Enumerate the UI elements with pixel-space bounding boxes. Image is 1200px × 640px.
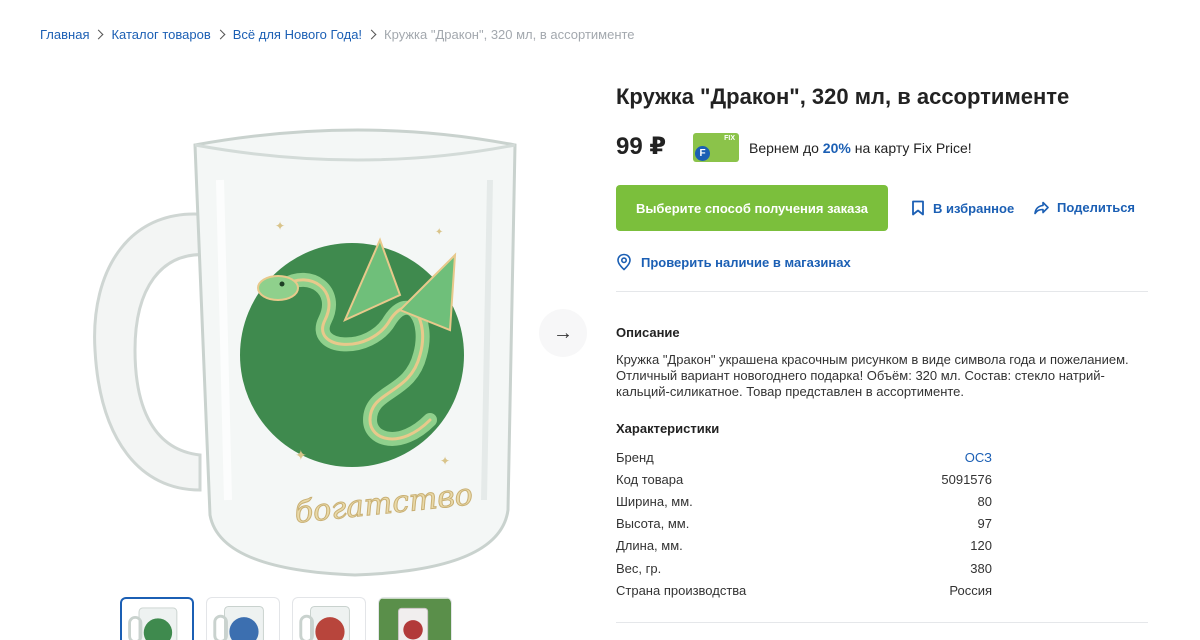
chevron-right-icon bbox=[215, 29, 226, 40]
fix-card-label: FIX bbox=[724, 135, 735, 142]
spec-row-length: Длина, мм. 120 bbox=[616, 535, 992, 557]
brand-link[interactable]: ОСЗ bbox=[965, 450, 992, 465]
spec-value: Россия bbox=[949, 582, 992, 598]
share-button[interactable]: Поделиться bbox=[1034, 200, 1135, 215]
check-availability-label: Проверить наличие в магазинах bbox=[641, 254, 851, 270]
thumbnail-strip bbox=[120, 597, 452, 640]
breadcrumb-catalog[interactable]: Каталог товаров bbox=[111, 27, 210, 42]
spec-label: Бренд bbox=[616, 449, 654, 465]
spec-label: Вес, гр. bbox=[616, 560, 662, 576]
section-divider bbox=[616, 291, 1148, 292]
breadcrumb-current: Кружка "Дракон", 320 мл, в ассортименте bbox=[384, 27, 635, 42]
cashback-suffix: на карту Fix Price! bbox=[854, 140, 972, 156]
spec-row-width: Ширина, мм. 80 bbox=[616, 490, 992, 512]
thumbnail-image bbox=[379, 598, 451, 640]
thumbnail-image bbox=[128, 607, 178, 640]
spec-row-code: Код товара 5091576 bbox=[616, 468, 992, 490]
product-title: Кружка "Дракон", 320 мл, в ассортименте bbox=[616, 84, 1070, 109]
description-heading: Описание bbox=[616, 325, 680, 340]
share-icon bbox=[1034, 201, 1049, 214]
fix-price-card-icon: FIX F bbox=[693, 133, 739, 162]
fix-card-letter: F bbox=[695, 146, 710, 161]
thumbnail-1[interactable] bbox=[120, 597, 194, 640]
thumbnail-4[interactable] bbox=[378, 597, 452, 640]
spec-label: Длина, мм. bbox=[616, 538, 683, 554]
svg-text:✦: ✦ bbox=[435, 227, 443, 238]
svg-text:✦: ✦ bbox=[295, 447, 307, 463]
breadcrumb-home[interactable]: Главная bbox=[40, 27, 89, 42]
thumbnail-dragon-circle bbox=[403, 620, 423, 640]
svg-text:✦: ✦ bbox=[440, 454, 450, 468]
gallery-next-button[interactable]: → bbox=[539, 309, 587, 357]
chevron-right-icon bbox=[94, 29, 104, 40]
thumbnail-image bbox=[299, 605, 350, 640]
spec-row-country: Страна производства Россия bbox=[616, 579, 992, 601]
choose-delivery-button[interactable]: Выберите способ получения заказа bbox=[616, 185, 888, 231]
spec-value: 5091576 bbox=[941, 471, 992, 487]
bookmark-icon bbox=[912, 200, 924, 216]
spec-label: Ширина, мм. bbox=[616, 493, 693, 509]
spec-value: 97 bbox=[977, 516, 992, 532]
cashback-prefix: Вернем до bbox=[749, 140, 819, 156]
spec-label: Страна производства bbox=[616, 582, 747, 598]
spec-row-height: Высота, мм. 97 bbox=[616, 513, 992, 535]
specs-table: Бренд ОСЗ Код товара 5091576 Ширина, мм.… bbox=[616, 446, 992, 601]
spec-label: Высота, мм. bbox=[616, 516, 690, 532]
add-to-favorites-button[interactable]: В избранное bbox=[911, 200, 1014, 216]
spec-label: Код товара bbox=[616, 471, 684, 487]
description-text: Кружка "Дракон" украшена красочным рисун… bbox=[616, 352, 1129, 399]
thumbnail-2[interactable] bbox=[206, 597, 280, 640]
spec-value: 80 bbox=[977, 493, 992, 509]
spec-value: 380 bbox=[970, 560, 992, 576]
chevron-right-icon bbox=[366, 29, 377, 40]
product-main-image: ✦ ✦ ✦ ✦ богатство bbox=[93, 128, 517, 577]
specs-heading: Характеристики bbox=[616, 421, 720, 436]
cashback-percent: 20% bbox=[822, 140, 851, 156]
svg-text:✦: ✦ bbox=[275, 219, 285, 233]
product-gallery: ✦ ✦ ✦ ✦ богатство → bbox=[40, 80, 587, 640]
share-label: Поделиться bbox=[1057, 200, 1136, 215]
cashback-info: Вернем до 20% на карту Fix Price! bbox=[749, 140, 972, 156]
breadcrumb-new-year[interactable]: Всё для Нового Года! bbox=[233, 27, 362, 42]
favorites-label: В избранное bbox=[933, 200, 1015, 216]
location-pin-icon bbox=[617, 253, 631, 271]
spec-row-weight: Вес, гр. 380 bbox=[616, 557, 992, 579]
product-price: 99 ₽ bbox=[616, 133, 667, 160]
thumbnail-3[interactable] bbox=[292, 597, 366, 640]
arrow-right-icon: → bbox=[553, 321, 573, 344]
breadcrumb: Главная Каталог товаров Всё для Нового Г… bbox=[40, 27, 635, 42]
spec-row-brand: Бренд ОСЗ bbox=[616, 446, 992, 468]
spec-value: 120 bbox=[970, 538, 992, 554]
section-divider bbox=[616, 622, 1148, 623]
thumbnail-image bbox=[213, 605, 264, 640]
check-availability-link[interactable]: Проверить наличие в магазинах bbox=[616, 253, 851, 271]
